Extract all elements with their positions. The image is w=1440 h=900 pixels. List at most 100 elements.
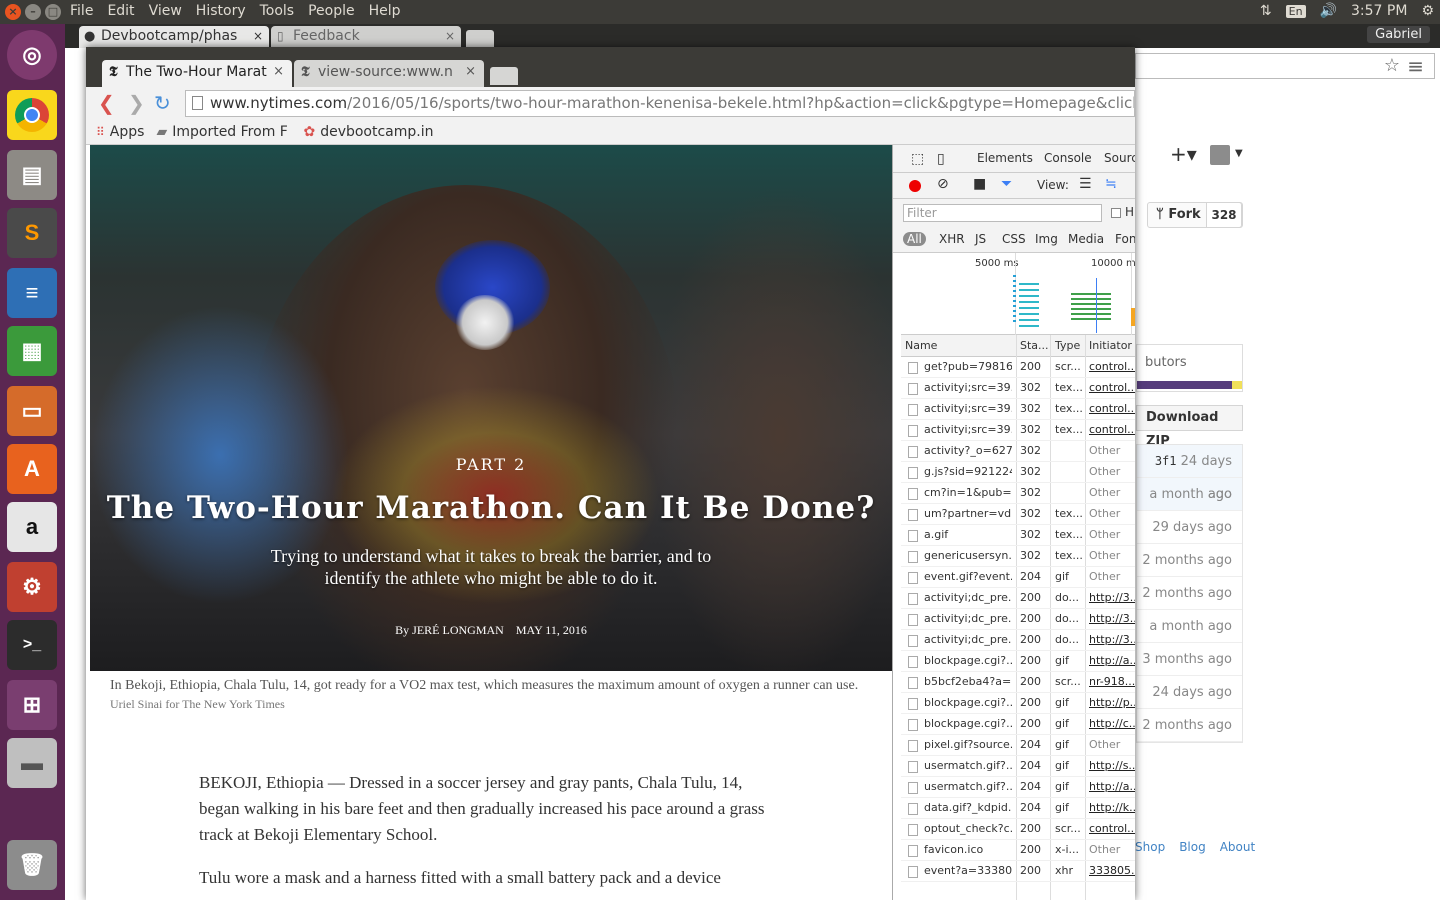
request-initiator[interactable]: http://c... [1089, 717, 1135, 730]
network-icon[interactable]: ⇅ [1260, 3, 1272, 19]
sublime-text-icon[interactable]: S [7, 208, 57, 258]
capture-screenshots-icon[interactable]: ■ [973, 176, 986, 192]
request-initiator[interactable]: http://s... [1089, 759, 1135, 772]
menu-view[interactable]: View [149, 3, 182, 19]
new-tab-button[interactable] [466, 30, 494, 48]
table-row[interactable]: pixel.gif?source... 204 gif Other [901, 735, 1135, 756]
table-row[interactable]: event.gif?event... 204 gif Other [901, 567, 1135, 588]
waterfall-view-icon[interactable]: ≒ [1105, 176, 1117, 192]
table-row[interactable]: blockpage.cgi?... 200 gif http://p... [901, 693, 1135, 714]
files-icon[interactable]: ▤ [7, 150, 57, 200]
table-row[interactable]: activityi;dc_pre... 200 do... http://3... [901, 609, 1135, 630]
table-row[interactable]: b5bcf2eba4?a=... 200 scr... nr-918.... [901, 672, 1135, 693]
new-tab-button[interactable] [490, 67, 518, 85]
request-initiator[interactable]: control... [1089, 402, 1135, 415]
column-type[interactable]: Type [1055, 339, 1080, 352]
request-initiator[interactable]: http://k... [1089, 801, 1135, 814]
type-filter-js[interactable]: JS [975, 232, 986, 246]
bookmark-devbootcamp[interactable]: ✿ devbootcamp.in [303, 124, 433, 140]
volume-icon[interactable]: 🔊 [1320, 3, 1337, 19]
menu-people[interactable]: People [308, 3, 355, 19]
type-filter-xhr[interactable]: XHR [939, 232, 965, 246]
table-row[interactable]: event?a=33380... 200 xhr 333805... [901, 861, 1135, 882]
back-arrow-icon[interactable]: ❮ [98, 91, 115, 115]
background-tab-feedback[interactable]: ▯ Feedback × [271, 26, 461, 48]
request-initiator[interactable]: http://3... [1089, 612, 1135, 625]
trash-icon[interactable]: 🗑 [7, 840, 57, 890]
network-overview-timeline[interactable]: 5000 ms 10000 m [901, 253, 1135, 335]
contributors-box[interactable]: butors [1136, 344, 1243, 392]
reload-icon[interactable]: ↻ [154, 91, 171, 115]
background-tab-github[interactable]: ● Devbootcamp/phas × [79, 26, 269, 48]
fork-count[interactable]: 328 [1206, 202, 1242, 228]
footer-link-shop[interactable]: Shop [1135, 840, 1165, 854]
writer-icon[interactable]: ≡ [7, 268, 57, 318]
terminal-icon[interactable]: >_ [7, 620, 57, 670]
menu-tools[interactable]: Tools [260, 3, 295, 19]
bookmark-star-icon[interactable]: ☆ [1384, 55, 1400, 76]
table-row[interactable]: a.gif 302 tex... Other [901, 525, 1135, 546]
download-zip-button[interactable]: Download ZIP [1136, 405, 1243, 449]
impress-icon[interactable]: ▭ [7, 386, 57, 436]
column-initiator[interactable]: Initiator [1089, 339, 1132, 352]
chrome-menu-icon[interactable]: ≡ [1407, 54, 1424, 78]
table-row[interactable]: activityi;src=39... 302 tex... control... [901, 399, 1135, 420]
request-initiator[interactable]: control... [1089, 381, 1135, 394]
bookmark-imported-folder[interactable]: ▰ Imported From F [156, 124, 291, 140]
author-link[interactable]: JERÉ LONGMAN [412, 623, 504, 637]
tab-elements[interactable]: Elements [977, 151, 1033, 165]
close-tab-icon[interactable]: × [253, 29, 263, 43]
request-initiator[interactable]: http://3... [1089, 591, 1135, 604]
address-bar[interactable]: www.nytimes.com/2016/05/16/sports/two-ho… [185, 90, 1135, 117]
amazon-icon[interactable]: a [7, 502, 57, 552]
tab-view-source[interactable]: 𝕿view-source:www.n × [294, 60, 484, 87]
workspace-switcher-icon[interactable]: ⊞ [7, 680, 57, 730]
menu-file[interactable]: File [70, 3, 93, 19]
tab-console[interactable]: Console [1044, 151, 1092, 165]
list-view-icon[interactable]: ☰ [1079, 176, 1092, 192]
close-tab-icon[interactable]: × [445, 29, 455, 43]
request-initiator[interactable]: http://p... [1089, 696, 1135, 709]
hide-data-urls-checkbox[interactable] [1111, 208, 1121, 218]
table-row[interactable]: activityi;dc_pre... 200 do... http://3... [901, 588, 1135, 609]
request-initiator[interactable]: control... [1089, 822, 1135, 835]
avatar[interactable] [1210, 145, 1230, 165]
request-initiator[interactable]: http://a... [1089, 654, 1135, 667]
column-name[interactable]: Name [905, 339, 937, 352]
github-new-icon[interactable]: +▾ [1170, 142, 1197, 166]
bookmark-apps[interactable]: ⠿ Apps [96, 124, 144, 140]
clock[interactable]: 3:57 PM [1351, 3, 1407, 19]
request-initiator[interactable]: http://a... [1089, 780, 1135, 793]
table-row[interactable]: genericusersyn... 302 tex... Other [901, 546, 1135, 567]
request-initiator[interactable]: http://3... [1089, 633, 1135, 646]
fork-button[interactable]: ᛘ Fork 328 [1147, 202, 1243, 228]
device-mode-icon[interactable]: ▯ [937, 151, 945, 167]
keyboard-layout-indicator[interactable]: En [1285, 4, 1306, 18]
forward-arrow-icon[interactable]: ❯ [128, 91, 145, 115]
table-row[interactable]: usermatch.gif?... 204 gif http://s... [901, 756, 1135, 777]
clear-icon[interactable]: ⊘ [937, 176, 949, 192]
commit-hash[interactable]: 3f1 [1155, 454, 1177, 468]
menu-edit[interactable]: Edit [107, 3, 134, 19]
table-row[interactable]: optout_check?c... 200 scr... control... [901, 819, 1135, 840]
footer-link-blog[interactable]: Blog [1179, 840, 1206, 854]
footer-link-about[interactable]: About [1220, 840, 1255, 854]
table-row[interactable]: favicon.ico 200 x-i... Other [901, 840, 1135, 861]
system-settings-icon[interactable]: ⚙ [7, 562, 57, 612]
menu-help[interactable]: Help [369, 3, 401, 19]
table-row[interactable]: activity?_o=627... 302 Other [901, 441, 1135, 462]
calc-icon[interactable]: ▦ [7, 326, 57, 376]
type-filter-font[interactable]: Fon [1115, 232, 1135, 246]
table-row[interactable]: um?partner=vd... 302 tex... Other [901, 504, 1135, 525]
filter-input[interactable]: Filter [903, 204, 1102, 222]
table-row[interactable]: usermatch.gif?... 204 gif http://a... [901, 777, 1135, 798]
type-filter-img[interactable]: Img [1035, 232, 1058, 246]
request-initiator[interactable]: control... [1089, 423, 1135, 436]
table-row[interactable]: activityi;dc_pre... 200 do... http://3... [901, 630, 1135, 651]
tab-nyt-article[interactable]: 𝕿 The Two-Hour Marat × [102, 60, 292, 87]
column-status[interactable]: Sta... [1020, 339, 1049, 352]
type-filter-css[interactable]: CSS [1002, 232, 1026, 246]
window-close-icon[interactable]: × [5, 4, 21, 20]
request-initiator[interactable]: 333805... [1089, 864, 1135, 877]
session-gear-icon[interactable]: ⚙ [1421, 3, 1434, 19]
